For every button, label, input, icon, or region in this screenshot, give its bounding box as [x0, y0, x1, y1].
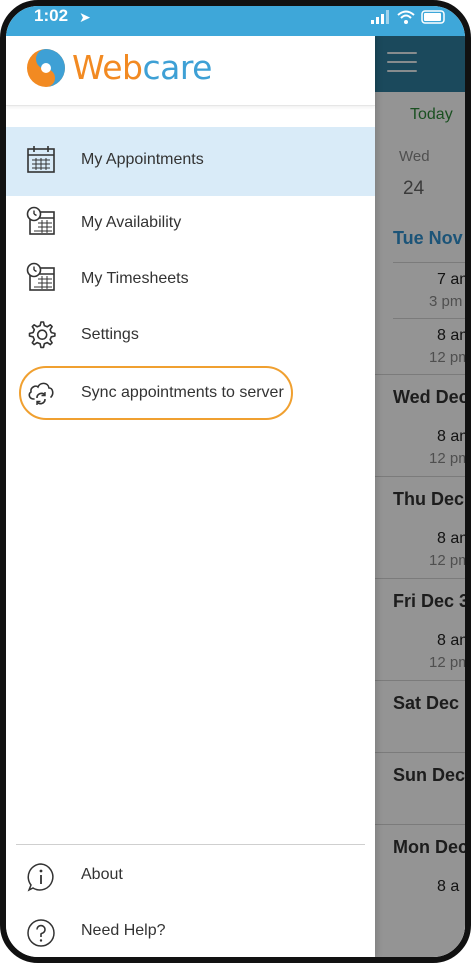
menu-item-about[interactable]: About — [6, 852, 375, 902]
menu-item-sync-appointments[interactable]: Sync appointments to server — [6, 364, 375, 424]
wifi-icon — [397, 10, 415, 24]
bottom-divider — [16, 844, 365, 845]
menu-item-settings[interactable]: Settings — [6, 308, 375, 364]
location-arrow-icon: ➤ — [79, 9, 91, 25]
navigation-drawer: Webcare My Appointments My Availability … — [6, 36, 375, 957]
menu-item-label: My Availability — [81, 214, 182, 231]
menu-item-label: Sync appointments to server — [81, 384, 284, 401]
menu-item-need-help[interactable]: Need Help? — [6, 908, 375, 957]
phone-frame: 1:02 ➤ Today Wed 24 Tue Nov 7 am 3 pm 8 … — [0, 0, 471, 963]
calendar-clock-icon — [26, 206, 55, 235]
calendar-icon — [27, 146, 55, 173]
status-time: 1:02 — [34, 6, 69, 25]
cloud-sync-icon — [28, 382, 54, 405]
drawer-menu: My Appointments My Availability My Times… — [6, 107, 375, 424]
menu-item-label: Need Help? — [81, 922, 166, 939]
drawer-scrim[interactable] — [375, 36, 465, 957]
status-icons — [371, 10, 447, 24]
menu-item-my-availability[interactable]: My Availability — [6, 196, 375, 252]
status-bar: 1:02 ➤ — [6, 6, 465, 36]
info-icon — [27, 863, 54, 892]
menu-item-label: About — [81, 866, 123, 883]
brand-logo: Webcare — [72, 48, 212, 87]
menu-item-label: Settings — [81, 326, 139, 343]
drawer-header: Webcare — [6, 36, 375, 106]
menu-item-my-timesheets[interactable]: My Timesheets — [6, 252, 375, 308]
help-icon — [27, 919, 55, 947]
brand-part-care: care — [142, 48, 212, 87]
menu-item-label: My Appointments — [81, 151, 204, 168]
brand-part-web: Web — [72, 48, 143, 87]
gear-icon — [28, 321, 56, 349]
signal-icon — [371, 10, 389, 24]
webcare-logo-icon — [27, 49, 65, 87]
battery-icon — [421, 10, 445, 24]
calendar-clock-icon — [26, 262, 55, 291]
menu-item-my-appointments[interactable]: My Appointments — [6, 127, 375, 196]
menu-item-label: My Timesheets — [81, 270, 189, 287]
